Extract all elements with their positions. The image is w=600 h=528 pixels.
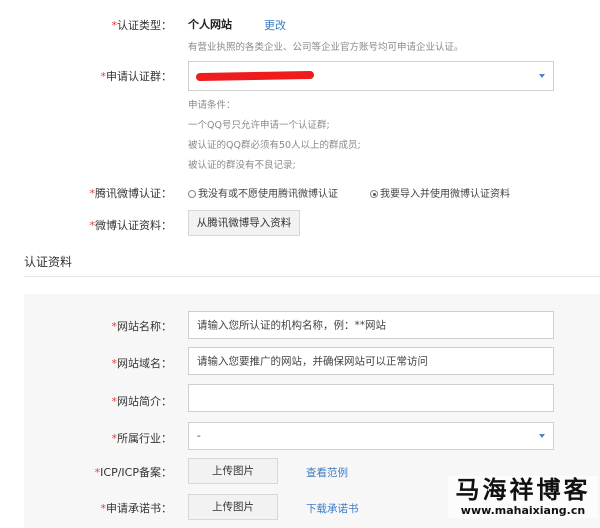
upload-icp-button[interactable]: 上传图片 — [188, 458, 278, 484]
view-example-link[interactable]: 查看范例 — [306, 465, 348, 480]
site-domain-placeholder: 请输入您要推广的网站，并确保网站可以正常访问 — [197, 355, 428, 368]
radio-checked[interactable] — [370, 190, 378, 198]
upload-commitment-button[interactable]: 上传图片 — [188, 494, 278, 520]
radio-unchecked[interactable] — [188, 190, 196, 198]
site-name-placeholder: 请输入您所认证的机构名称，例：**网站 — [197, 319, 386, 332]
condition-item: 一个QQ号只允许申请一个认证群; — [188, 120, 330, 131]
divider — [24, 276, 600, 277]
watermark: 马海祥博客 www.mahaixiang.cn — [448, 476, 598, 518]
watermark-name: 马海祥博客 — [455, 475, 591, 504]
cert-type-label: *认证类型： — [111, 19, 173, 32]
cert-type-label-text: 认证类型： — [117, 19, 172, 32]
chevron-down-icon — [539, 74, 545, 78]
site-domain-label: *网站域名： — [111, 357, 173, 370]
site-name-input[interactable]: 请输入您所认证的机构名称，例：**网站 — [188, 311, 554, 339]
section-title: 认证资料 — [24, 255, 73, 269]
industry-select[interactable]: - — [188, 422, 554, 450]
site-intro-label: *网站简介： — [111, 395, 173, 408]
site-intro-input[interactable] — [188, 384, 554, 412]
condition-title: 申请条件： — [188, 100, 236, 111]
chevron-down-icon — [539, 434, 545, 438]
industry-value: - — [197, 430, 201, 442]
industry-label: *所属行业： — [111, 432, 173, 445]
cert-type-value: 个人网站 — [188, 18, 232, 31]
commitment-label: *申请承诺书： — [100, 502, 173, 515]
site-name-label: *网站名称： — [111, 320, 173, 333]
weibo-option-yes[interactable]: 我要导入并使用微博认证资料 — [370, 185, 510, 200]
weibo-data-label: *微博认证资料： — [89, 219, 173, 232]
apply-group-label: *申请认证群： — [100, 70, 173, 83]
cert-type-hint: 有营业执照的各类企业、公司等企业官方账号均可申请企业认证。 — [188, 42, 464, 53]
change-link[interactable]: 更改 — [264, 17, 286, 33]
weibo-option-no[interactable]: 我没有或不愿使用腾讯微博认证 — [188, 185, 338, 200]
condition-item: 被认证的群没有不良记录; — [188, 160, 296, 171]
condition-item: 被认证的QQ群必须有50人以上的群成员; — [188, 140, 361, 151]
weibo-cert-label: *腾讯微博认证： — [89, 187, 173, 200]
import-weibo-button[interactable]: 从腾讯微博导入资料 — [188, 210, 300, 236]
download-commitment-link[interactable]: 下载承诺书 — [306, 501, 359, 516]
icp-label: *ICP/ICP备案： — [94, 466, 172, 479]
watermark-url: www.mahaixiang.cn — [460, 504, 586, 517]
site-domain-input[interactable]: 请输入您要推广的网站，并确保网站可以正常访问 — [188, 347, 554, 375]
